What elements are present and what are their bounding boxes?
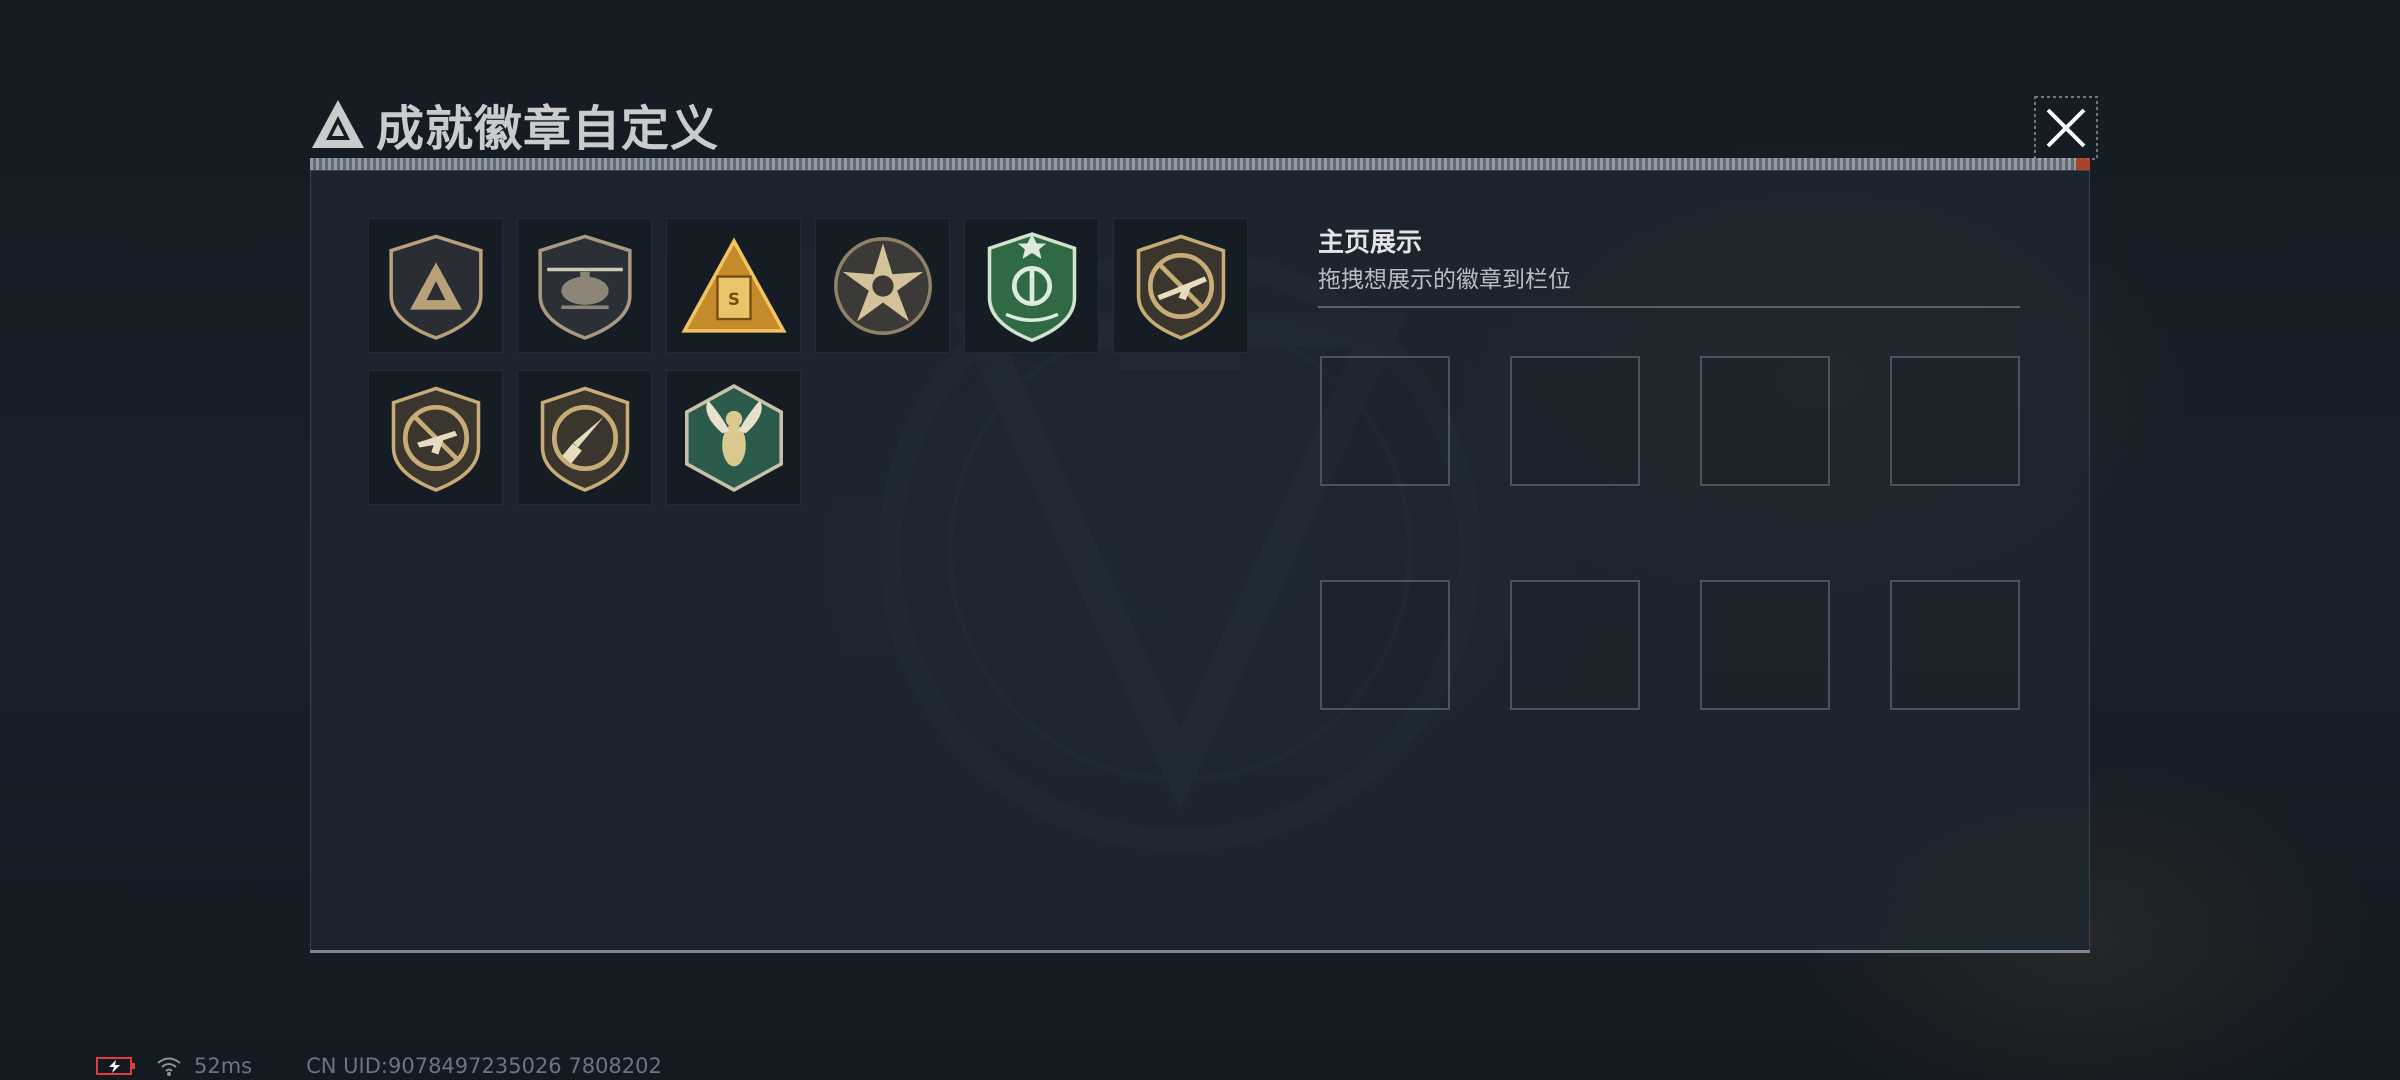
knife-badge-icon	[540, 386, 629, 492]
showcase-slot[interactable]	[1700, 580, 1830, 710]
badge-tile[interactable]	[517, 370, 652, 505]
showcase-slot[interactable]	[1510, 356, 1640, 486]
svg-text:S: S	[728, 289, 740, 308]
badge-tile[interactable]	[1113, 218, 1248, 353]
wifi-icon	[157, 1057, 181, 1076]
triangle-logo-badge-icon	[388, 234, 483, 340]
panel-bottom-border	[310, 950, 2090, 953]
badge-tile[interactable]	[368, 218, 503, 353]
uid-text: CN UID:9078497235026 7808202	[306, 1054, 662, 1078]
showcase-title: 主页展示	[1318, 228, 1423, 258]
battery-charging-icon	[96, 1057, 135, 1075]
badge-tile[interactable]	[368, 370, 503, 505]
owned-badge-grid: S	[368, 218, 1248, 505]
ping-text: 52ms	[194, 1054, 253, 1078]
panel-top-border	[310, 158, 2090, 170]
showcase-slot[interactable]	[1320, 356, 1450, 486]
star-skull-badge-icon	[833, 236, 932, 335]
hornet-badge-icon	[684, 383, 783, 492]
rifle-badge-icon	[1136, 234, 1225, 340]
divider	[1318, 306, 2020, 308]
badge-tile[interactable]	[964, 218, 1099, 353]
helicopter-badge-icon	[537, 234, 632, 340]
showcase-slot[interactable]	[1890, 356, 2020, 486]
gold-triangle-badge-icon: S	[680, 237, 787, 333]
close-button[interactable]	[2034, 96, 2098, 160]
smg-badge-icon	[391, 386, 480, 492]
showcase-subtitle: 拖拽想展示的徽章到栏位	[1318, 267, 1571, 293]
status-bar: 52ms CN UID:9078497235026 7808202	[96, 1054, 662, 1078]
green-shield-badge-icon	[987, 231, 1076, 342]
badge-tile[interactable]	[517, 218, 652, 353]
showcase-slot[interactable]	[1700, 356, 1830, 486]
badge-tile[interactable]	[815, 218, 950, 353]
showcase-slot[interactable]	[1510, 580, 1640, 710]
delta-logo-icon	[312, 100, 364, 148]
close-icon	[2034, 96, 2098, 160]
showcase-slot[interactable]	[1890, 580, 2020, 710]
page-title: 成就徽章自定义	[376, 101, 720, 157]
badge-tile[interactable]: S	[666, 218, 801, 353]
badge-tile[interactable]	[666, 370, 801, 505]
title-bar: 成就徽章自定义	[310, 92, 720, 157]
showcase-slot[interactable]	[1320, 580, 1450, 710]
showcase-slot-grid	[1320, 356, 2020, 710]
